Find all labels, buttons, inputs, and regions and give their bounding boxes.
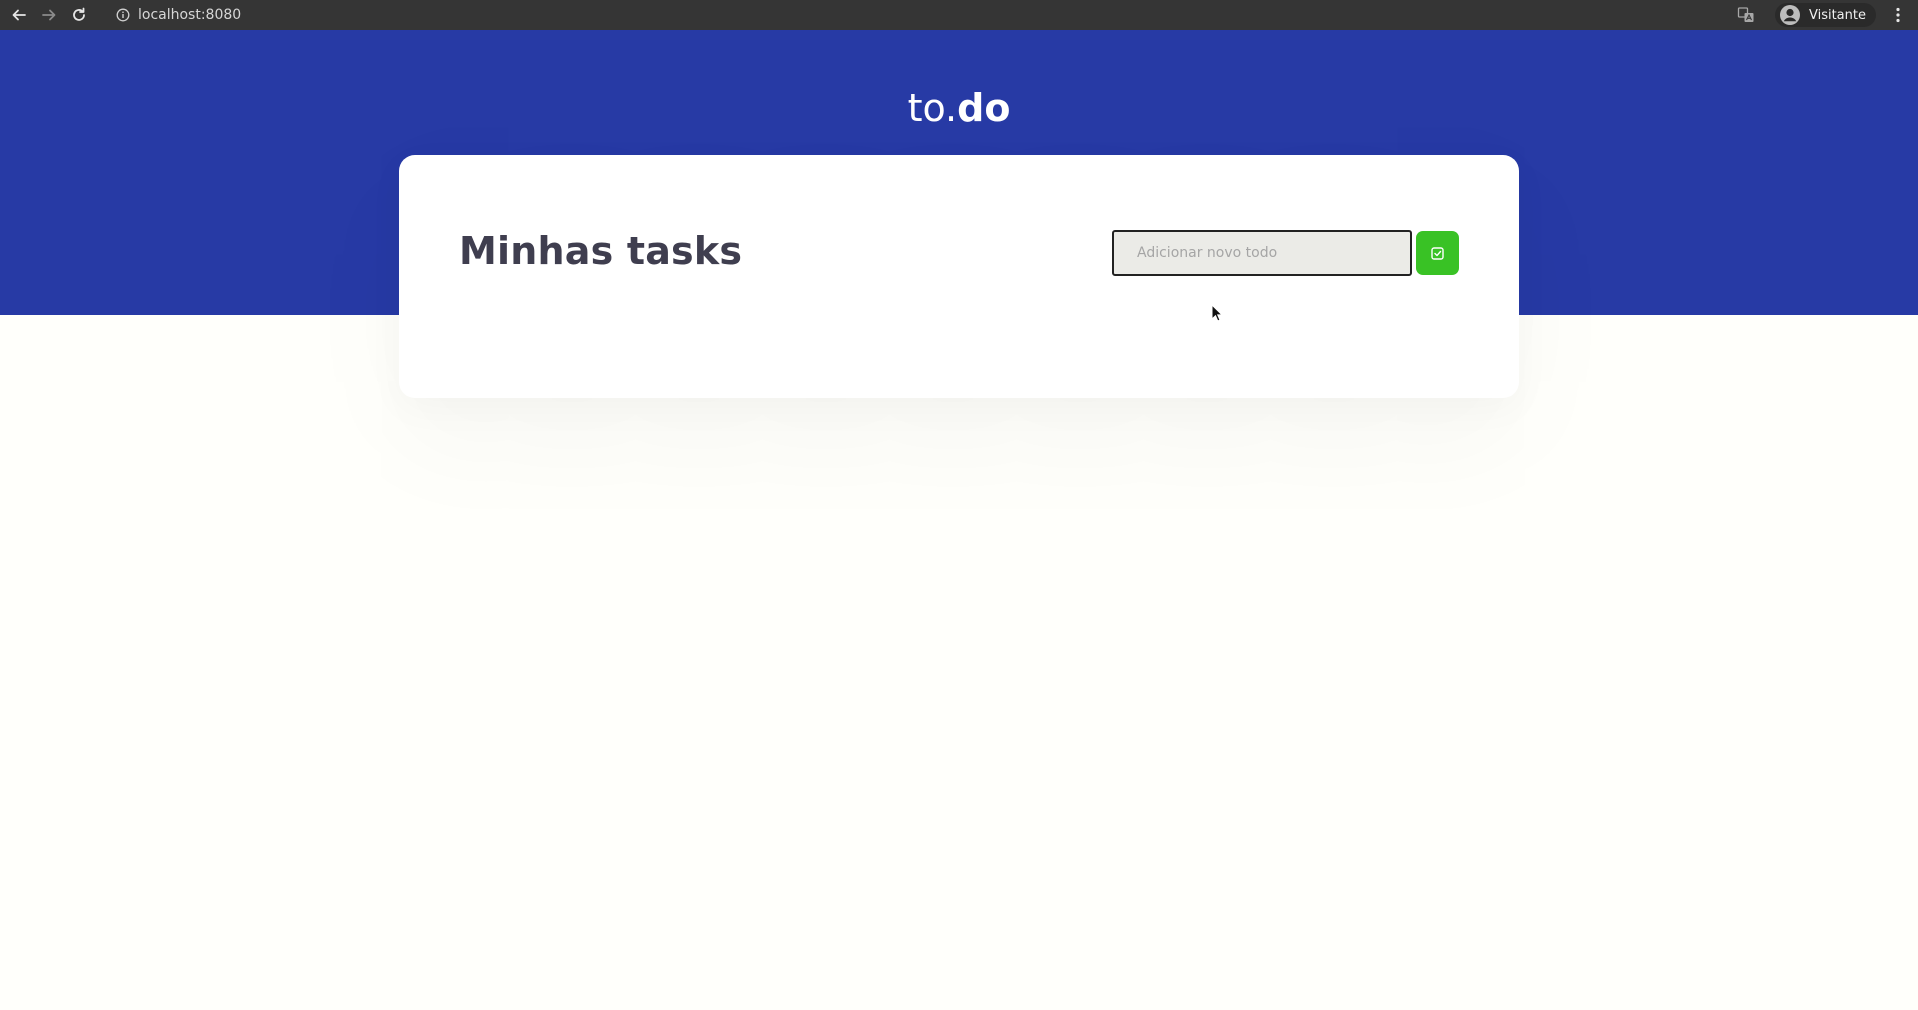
logo-bold-text: do <box>957 86 1011 130</box>
translate-icon[interactable] <box>1737 6 1755 24</box>
account-icon <box>1779 5 1800 25</box>
checkbox-add-icon <box>1431 246 1444 260</box>
browser-toolbar: localhost:8080 Visitante <box>0 0 1918 30</box>
todo-card: Minhas tasks <box>399 155 1519 398</box>
profile-name: Visitante <box>1808 7 1866 23</box>
mouse-cursor-icon <box>1211 304 1223 322</box>
logo-light-text: to. <box>907 86 958 130</box>
add-todo-button[interactable] <box>1416 231 1459 275</box>
more-vert-icon[interactable] <box>1888 5 1908 25</box>
reload-icon[interactable] <box>68 4 90 26</box>
page-title: Minhas tasks <box>459 229 743 273</box>
info-icon[interactable] <box>116 8 130 22</box>
address-bar[interactable]: localhost:8080 <box>116 7 241 23</box>
url-text: localhost:8080 <box>138 7 242 23</box>
app-logo: to.do <box>0 86 1918 130</box>
new-todo-input[interactable] <box>1112 230 1412 276</box>
profile-button[interactable]: Visitante <box>1774 3 1876 27</box>
forward-arrow-icon[interactable] <box>38 4 60 26</box>
back-arrow-icon[interactable] <box>8 4 30 26</box>
